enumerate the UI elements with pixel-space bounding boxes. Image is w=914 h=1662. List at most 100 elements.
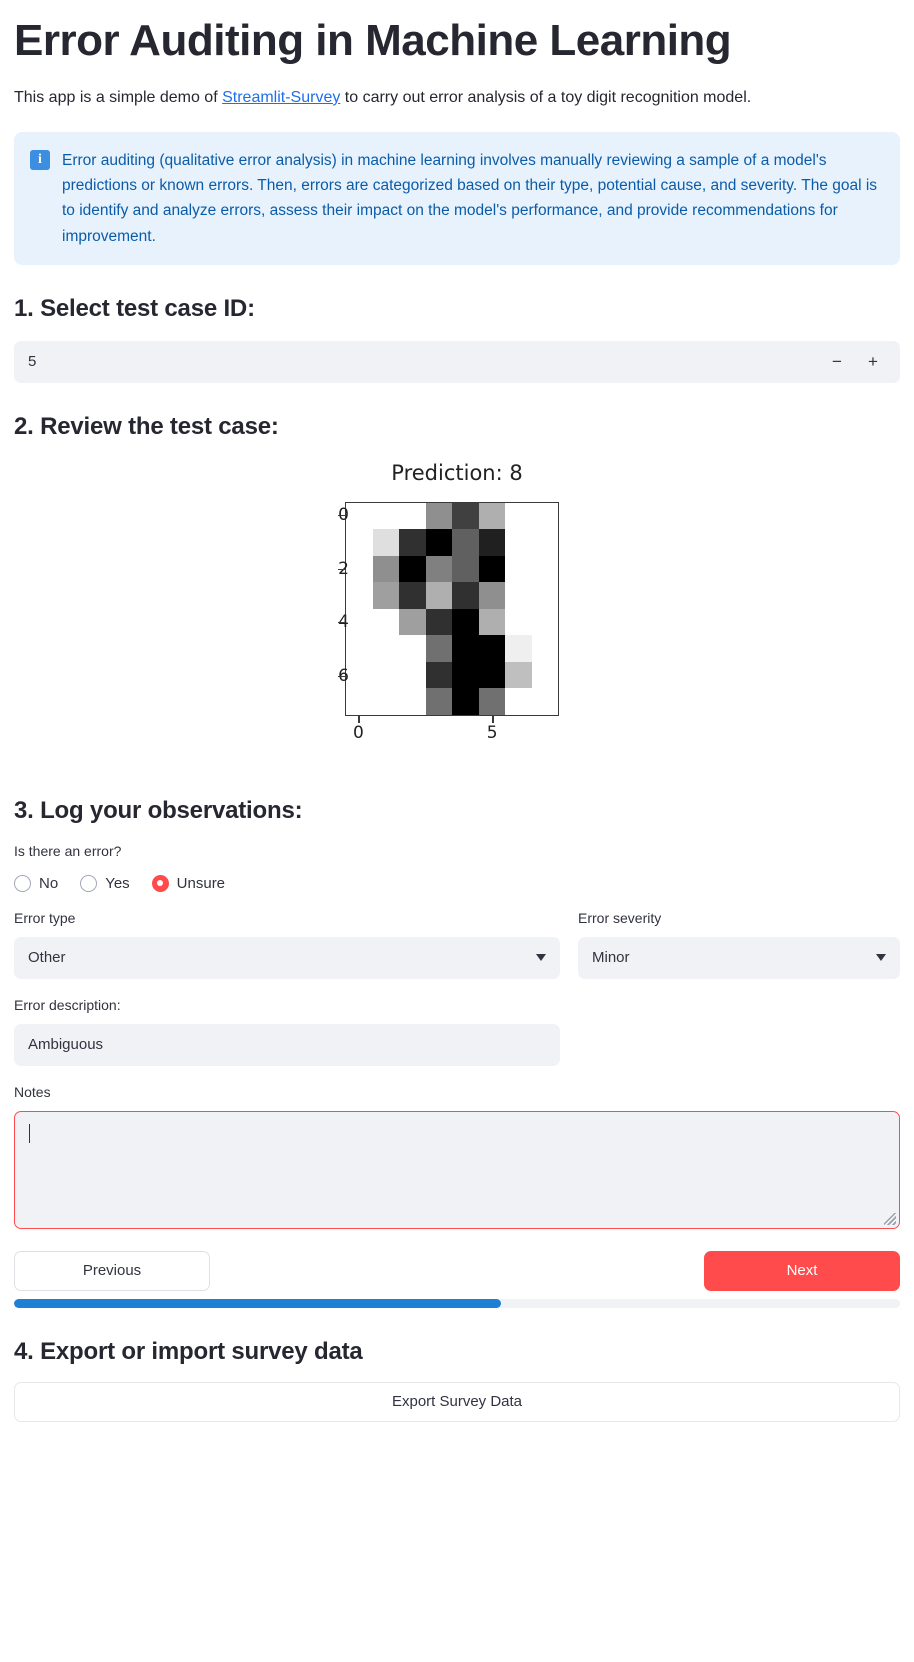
- heatmap-cell: [478, 555, 505, 583]
- step2-heading: 2. Review the test case:: [14, 412, 279, 440]
- export-survey-data-button[interactable]: Export Survey Data: [14, 1381, 900, 1422]
- y-axis-tick-mark: [338, 515, 345, 517]
- notes-label: Notes: [14, 1083, 51, 1100]
- error-description-column: Error description: Ambiguous: [14, 995, 560, 1066]
- x-axis-tick-label: 0: [352, 722, 364, 743]
- intro-text-after: to carry out error analysis of a toy dig…: [340, 88, 752, 106]
- error-question-label: Is there an error?: [14, 842, 122, 859]
- error-fields-row: Error type Other Error severity Minor: [14, 892, 900, 979]
- error-description-input[interactable]: Ambiguous: [14, 1023, 560, 1066]
- error-severity-select[interactable]: Minor: [578, 936, 900, 979]
- heatmap-cell: [478, 502, 505, 530]
- radio-circle-icon[interactable]: [80, 874, 98, 892]
- heatmap-cell: [425, 502, 452, 530]
- error-severity-column: Error severity Minor: [578, 892, 900, 979]
- heatmap-cell: [399, 661, 426, 689]
- step3-heading: 3. Log your observations:: [14, 796, 303, 824]
- heatmap-cell: [505, 529, 532, 556]
- heatmap-cell: [452, 529, 479, 556]
- heatmap-cell: [372, 608, 399, 636]
- navigation-row: Previous Next: [14, 1250, 900, 1291]
- heatmap-cell: [425, 529, 452, 556]
- chevron-down-icon: [876, 954, 886, 962]
- error-type-column: Error type Other: [14, 892, 560, 979]
- step4-heading: 4. Export or import survey data: [14, 1337, 363, 1365]
- heatmap-cell: [425, 635, 452, 662]
- heatmap-cell: [531, 502, 558, 530]
- radio-circle-icon[interactable]: [14, 874, 31, 892]
- text-cursor: [29, 1123, 31, 1143]
- notes-textarea[interactable]: [14, 1110, 900, 1229]
- resize-handle-icon[interactable]: [884, 1212, 896, 1225]
- heatmap-cell: [425, 555, 452, 583]
- heatmap-cell: [346, 661, 373, 689]
- heatmap-cell: [531, 608, 558, 636]
- intro-text-before: This app is a simple demo of: [14, 88, 223, 106]
- radio-circle-icon[interactable]: [151, 874, 169, 892]
- heatmap-cell: [425, 661, 452, 689]
- y-axis-tick-mark: [338, 568, 345, 570]
- y-axis-tick-mark: [338, 622, 345, 624]
- heatmap-cell: [346, 582, 373, 609]
- heatmap-cell: [346, 635, 373, 662]
- page-title: Error Auditing in Machine Learning: [14, 16, 732, 65]
- heatmap-cell: [372, 555, 399, 583]
- radio-option-label: Unsure: [176, 874, 226, 892]
- previous-button[interactable]: Previous: [14, 1250, 210, 1291]
- heatmap-cell: [531, 529, 558, 556]
- error-radio-group[interactable]: No Yes Unsure: [14, 874, 900, 892]
- heatmap-cell: [399, 529, 426, 556]
- heatmap-cell: [478, 635, 505, 662]
- intro-paragraph: This app is a simple demo of Streamlit-S…: [14, 85, 900, 111]
- error-type-select[interactable]: Other: [14, 936, 560, 979]
- heatmap-cell: [531, 555, 558, 583]
- heatmap-cell: [478, 582, 505, 609]
- x-axis-tick-mark: [492, 715, 494, 723]
- heatmap-cell: [531, 688, 558, 715]
- test-case-id-input[interactable]: 5 − +: [14, 340, 900, 383]
- error-description-label: Error description:: [14, 996, 121, 1013]
- y-axis-tick-mark: [338, 675, 345, 677]
- heatmap-cell: [452, 661, 479, 689]
- x-axis-tick-mark: [358, 715, 360, 723]
- heatmap-cell: [478, 529, 505, 556]
- heatmap-cell: [505, 502, 532, 530]
- heatmap-cell: [505, 688, 532, 715]
- plot-title: Prediction: 8: [391, 460, 523, 485]
- radio-option-unsure[interactable]: Unsure: [151, 874, 226, 892]
- survey-progress-fill: [14, 1298, 502, 1308]
- error-severity-value: Minor: [592, 949, 630, 967]
- heatmap-cell: [372, 635, 399, 662]
- heatmap-cell: [346, 502, 373, 530]
- test-case-id-value[interactable]: 5: [28, 353, 824, 370]
- decrement-button[interactable]: −: [824, 353, 850, 370]
- heatmap-cell: [346, 688, 373, 715]
- test-case-plot-container: Prediction: 8 024605: [14, 457, 900, 767]
- heatmap-cell: [399, 608, 426, 636]
- radio-option-yes[interactable]: Yes: [80, 874, 130, 892]
- heatmap-cell: [372, 529, 399, 556]
- heatmap-cell: [372, 502, 399, 530]
- heatmap-cell: [399, 582, 426, 609]
- heatmap-cell: [452, 502, 479, 530]
- survey-progress-bar: [14, 1298, 900, 1308]
- radio-option-no[interactable]: No: [14, 874, 59, 892]
- heatmap-cell: [399, 555, 426, 583]
- radio-option-label: No: [39, 874, 59, 892]
- heatmap-cell: [531, 635, 558, 662]
- increment-button[interactable]: +: [860, 353, 886, 370]
- heatmap-cell: [505, 582, 532, 609]
- heatmap-grid: [346, 502, 558, 715]
- next-button[interactable]: Next: [704, 1250, 900, 1291]
- streamlit-survey-link[interactable]: Streamlit-Survey: [222, 89, 340, 106]
- step1-heading: 1. Select test case ID:: [14, 294, 255, 322]
- heatmap-cell: [452, 635, 479, 662]
- error-severity-label: Error severity: [578, 909, 662, 926]
- heatmap-cell: [425, 688, 452, 715]
- heatmap-cell: [425, 582, 452, 609]
- heatmap-cell: [425, 608, 452, 636]
- heatmap-cell: [452, 688, 479, 715]
- heatmap-cell: [399, 502, 426, 530]
- heatmap-cell: [372, 688, 399, 715]
- error-type-label: Error type: [14, 909, 76, 926]
